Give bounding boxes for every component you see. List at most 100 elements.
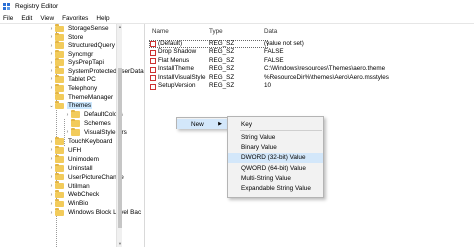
- chevron-right-icon[interactable]: ›: [64, 129, 71, 135]
- chevron-right-icon[interactable]: ›: [48, 85, 55, 91]
- chevron-right-icon[interactable]: ›: [48, 60, 55, 66]
- value-data: (value not set): [264, 39, 304, 47]
- string-value-icon: [150, 83, 156, 90]
- value-name: (Default): [158, 39, 183, 47]
- submenu-item[interactable]: DWORD (32-bit) Value: [228, 152, 323, 163]
- submenu-item-label: Binary Value: [241, 144, 277, 151]
- folder-icon: [55, 208, 64, 217]
- submenu-item[interactable]: Expandable String Value: [228, 184, 323, 194]
- folder-icon: [55, 137, 64, 145]
- tree-item-label: Store: [68, 33, 84, 41]
- value-name: Drop Shadow: [158, 48, 197, 55]
- column-name-header[interactable]: Name: [152, 28, 169, 35]
- chevron-right-icon: ▶: [218, 121, 222, 127]
- tree-item[interactable]: › Uninstall: [48, 163, 94, 173]
- tree-item-label: Unimodem: [68, 155, 99, 163]
- submenu-item-label: Key: [241, 120, 253, 128]
- chevron-right-icon[interactable]: ›: [48, 183, 55, 189]
- value-type: REG_SZ: [209, 39, 235, 47]
- tree-item[interactable]: Schemes: [64, 118, 112, 128]
- chevron-right-icon[interactable]: ›: [64, 112, 71, 118]
- submenu-item[interactable]: Binary Value: [228, 143, 323, 153]
- chevron-right-icon[interactable]: ›: [48, 174, 55, 180]
- folder-icon: [55, 66, 64, 75]
- chevron-right-icon[interactable]: ›: [48, 192, 55, 198]
- chevron-right-icon[interactable]: ›: [48, 43, 55, 49]
- chevron-right-icon[interactable]: ›: [48, 147, 55, 153]
- tree-item[interactable]: › TouchKeyboard: [48, 137, 113, 146]
- tree-item[interactable]: › Telephony: [48, 83, 98, 93]
- folder-icon: [55, 74, 64, 83]
- context-menu: New ▶: [176, 117, 228, 129]
- menu-help[interactable]: Help: [96, 15, 109, 22]
- tree-item-label: Schemes: [84, 119, 111, 127]
- folder-icon: [55, 32, 64, 41]
- value-data: %ResourceDir%\themes\Aero\Aero.msstyles: [264, 73, 389, 81]
- value-row[interactable]: Flat Menus REG_SZ FALSE: [148, 57, 474, 66]
- menu-view[interactable]: View: [40, 15, 54, 22]
- string-value-icon: [150, 49, 156, 56]
- tree-item[interactable]: › WebCheck: [48, 190, 100, 200]
- context-menu-new[interactable]: New ▶: [177, 119, 227, 129]
- value-row[interactable]: (Default) REG_SZ (value not set): [148, 39, 474, 49]
- tree-item[interactable]: › UFH: [48, 145, 82, 155]
- folder-icon: [55, 199, 64, 208]
- submenu-item[interactable]: Key: [228, 119, 323, 129]
- tree-item[interactable]: › Unimodem: [48, 154, 100, 164]
- tree-item-label: Telephony: [68, 84, 98, 92]
- scroll-up-icon[interactable]: ▲: [117, 24, 123, 30]
- tree-item[interactable]: ThemeManager: [48, 92, 114, 102]
- tree-item-label: Syncmgr: [68, 50, 94, 58]
- folder-icon: [55, 49, 64, 58]
- chevron-right-icon[interactable]: ›: [48, 156, 55, 162]
- chevron-right-icon[interactable]: ›: [48, 26, 55, 32]
- tree-item[interactable]: › DefaultColors: [64, 110, 124, 119]
- chevron-right-icon[interactable]: ›: [48, 51, 55, 57]
- tree-item-label: Windows Block Level Bac: [68, 209, 142, 217]
- chevron-right-icon[interactable]: ›: [48, 201, 55, 207]
- tree-item[interactable]: › UserPictureChange: [48, 172, 125, 182]
- submenu-item[interactable]: String Value: [228, 132, 323, 142]
- value-type: REG_SZ: [209, 56, 235, 64]
- tree-item[interactable]: › Utilman: [48, 181, 91, 191]
- folder-icon: [55, 24, 64, 33]
- value-type: REG_SZ: [209, 73, 235, 81]
- submenu-item[interactable]: QWORD (64-bit) Value: [228, 163, 323, 173]
- string-value-icon: [150, 58, 156, 64]
- chevron-right-icon[interactable]: ›: [48, 76, 55, 82]
- chevron-right-icon[interactable]: ›: [48, 139, 55, 145]
- tree-item[interactable]: › Windows Block Level Bac: [48, 208, 142, 217]
- scroll-down-icon[interactable]: ▼: [117, 241, 123, 247]
- column-data-header[interactable]: Data: [264, 28, 277, 35]
- registry-tree[interactable]: › StorageSense › Store › StructuredQuery › Sync…: [0, 24, 145, 247]
- tree-item-label: StorageSense: [68, 25, 109, 33]
- chevron-right-icon[interactable]: ›: [48, 34, 55, 40]
- tree-item[interactable]: › Tablet PC: [48, 74, 97, 84]
- folder-icon: [71, 127, 80, 136]
- value-row[interactable]: InstallTheme REG_SZ C:\Windows\resources\T…: [148, 65, 474, 74]
- tree-item-label: WebCheck: [68, 191, 100, 199]
- tree-item-label: Uninstall: [68, 164, 93, 172]
- value-row[interactable]: InstallVisualStyle REG_SZ %ResourceDir%\th…: [148, 74, 474, 83]
- value-data: 10: [264, 82, 272, 89]
- menu-edit[interactable]: Edit: [21, 15, 32, 22]
- value-row[interactable]: SetupVersion REG_SZ 10: [148, 82, 474, 91]
- column-type-header[interactable]: Type: [209, 28, 223, 35]
- chevron-right-icon[interactable]: ›: [48, 210, 55, 216]
- chevron-right-icon[interactable]: ›: [48, 68, 55, 74]
- folder-icon: [55, 163, 64, 172]
- tree-scrollbar[interactable]: ▲ ▼: [116, 24, 122, 247]
- scrollbar-thumb[interactable]: [118, 68, 122, 228]
- chevron-down-icon[interactable]: ⌄: [48, 103, 55, 109]
- folder-icon: [71, 110, 80, 118]
- submenu-item-label: DWORD (32-bit) Value: [241, 154, 306, 161]
- tree-item[interactable]: › StructuredQuery: [48, 41, 116, 50]
- tree-item[interactable]: ⌄ Themes: [48, 101, 93, 111]
- menu-favorites[interactable]: Favorites: [62, 15, 88, 22]
- value-row[interactable]: Drop Shadow REG_SZ FALSE: [148, 48, 474, 57]
- tree-item-label: Utilman: [68, 182, 90, 190]
- submenu-item[interactable]: Multi-String Value: [228, 173, 323, 183]
- chevron-right-icon[interactable]: ›: [48, 165, 55, 171]
- tree-item[interactable]: › WinBio: [48, 199, 89, 209]
- menu-file[interactable]: File: [3, 15, 13, 22]
